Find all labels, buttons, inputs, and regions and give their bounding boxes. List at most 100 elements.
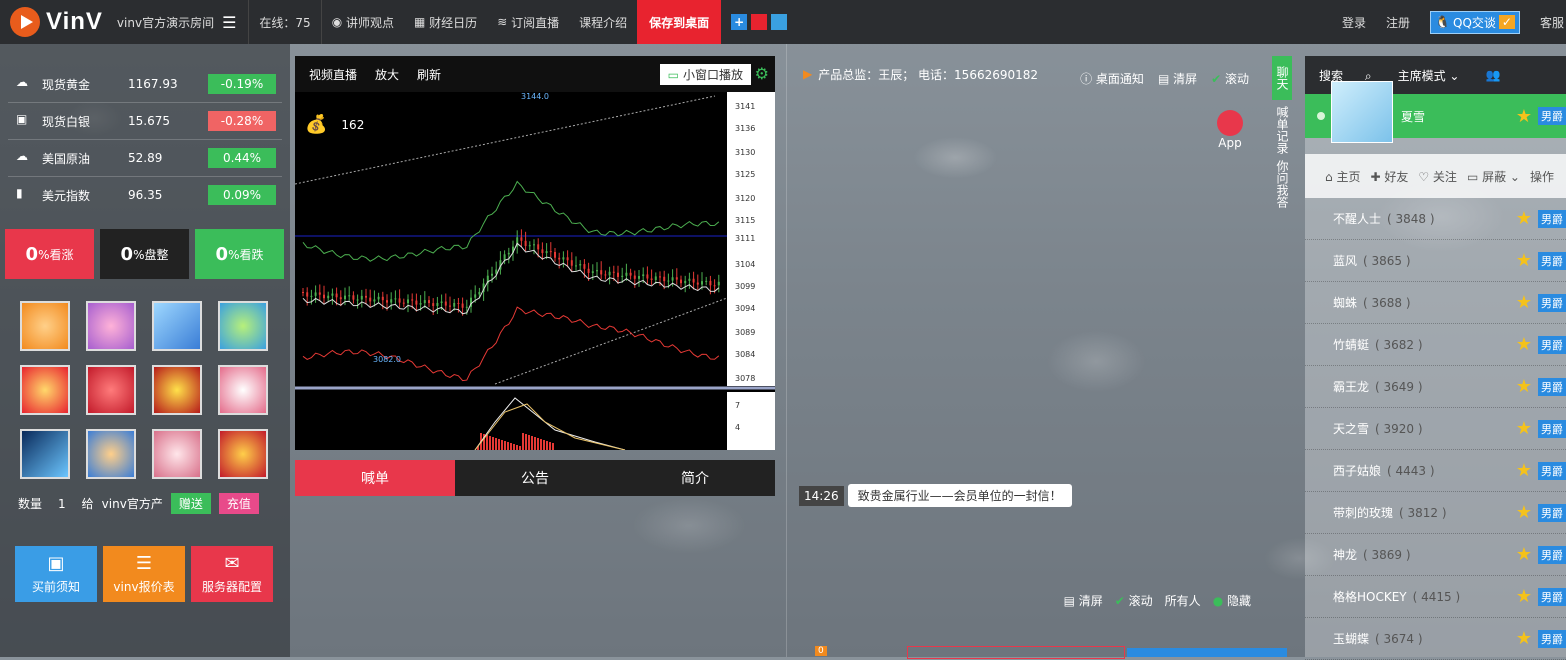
recipient-select[interactable]: 所有人 — [1165, 592, 1201, 609]
quantity-field[interactable]: 1 — [58, 497, 66, 511]
menu-subscribe[interactable]: ≋ 订阅直播 — [487, 0, 569, 44]
list-item[interactable]: 玉蝴蝶 ( 3674 ) ★ 男爵 — [1305, 618, 1566, 660]
user-name: 蓝风 — [1333, 254, 1358, 268]
gift-item[interactable] — [20, 429, 70, 479]
user-group-icon[interactable]: 👥 — [1485, 68, 1500, 82]
clear-button[interactable]: ▤ 清屏 — [1158, 70, 1197, 87]
service-link[interactable]: 客服 — [1540, 14, 1564, 31]
message-text[interactable]: 致贵金属行业——会员单位的一封信！ — [847, 484, 1072, 507]
tab-order-records[interactable]: 喊单记录 — [1272, 106, 1292, 154]
list-item[interactable]: 蓝风 ( 3865 ) ★ 男爵 — [1305, 240, 1566, 282]
tab-orders[interactable]: 喊单 — [295, 460, 455, 496]
list-item[interactable]: 霸王龙 ( 3649 ) ★ 男爵 — [1305, 366, 1566, 408]
vote-rise-button[interactable]: 0 %看涨 — [5, 229, 94, 279]
give-button[interactable]: 赠送 — [170, 493, 211, 514]
purchase-notice-button[interactable]: ▣ 买前须知 — [15, 546, 97, 602]
candle-body — [680, 279, 682, 284]
register-link[interactable]: 注册 — [1386, 14, 1410, 31]
candle-body — [465, 306, 468, 308]
settings-icon[interactable]: ⚙ — [755, 64, 769, 83]
zoom-button[interactable]: 放大 — [375, 66, 399, 83]
app-button[interactable]: App — [1217, 110, 1243, 150]
save-desktop-button[interactable]: 保存到桌面 — [637, 0, 722, 44]
weibo-icon[interactable] — [751, 14, 768, 30]
gift-box-icon: ▣ — [47, 553, 65, 574]
vote-fall-button[interactable]: 0 %看跌 — [195, 229, 284, 279]
friend-button[interactable]: ✚ 好友 — [1370, 168, 1408, 185]
gift-item[interactable] — [86, 429, 136, 479]
operate-button[interactable]: 操作 — [1530, 168, 1554, 185]
menu-icon[interactable]: ☰ — [222, 13, 236, 32]
gift-item[interactable] — [20, 301, 70, 351]
menu-lecturer[interactable]: ◉ 讲师观点 — [320, 0, 404, 44]
small-window-button[interactable]: ▭ 小窗口播放 — [659, 64, 751, 85]
home-button[interactable]: ⌂ 主页 — [1325, 168, 1360, 185]
list-item[interactable]: 西子姑娘 ( 4443 ) ★ 男爵 — [1305, 450, 1566, 492]
scroll-toggle-bottom[interactable]: ✔ 滚动 — [1115, 592, 1153, 609]
list-item[interactable]: 不醒人士 ( 3848 ) ★ 男爵 — [1305, 198, 1566, 240]
tab-qa[interactable]: 你问我答 — [1272, 160, 1292, 208]
chat-input[interactable] — [907, 646, 1125, 659]
macd-bar — [513, 444, 515, 450]
change-badge: 0.44% — [208, 148, 276, 168]
candle-body — [633, 275, 636, 279]
tab-intro[interactable]: 简介 — [615, 460, 775, 496]
play-icon: ▶ — [803, 67, 813, 81]
quote-row[interactable]: ▣ 现货白银 15.675 -0.28% — [8, 103, 282, 140]
gift-item[interactable] — [152, 301, 202, 351]
gift-item[interactable] — [20, 365, 70, 415]
recharge-button[interactable]: 充值 — [218, 493, 259, 514]
gift-item[interactable] — [86, 365, 136, 415]
quote-row[interactable]: ☁ 现货黄金 1167.93 -0.19% — [8, 66, 282, 103]
follow-button[interactable]: ♡ 关注 — [1418, 168, 1457, 185]
quote-row[interactable]: ▮ 美元指数 96.35 0.09% — [8, 177, 282, 213]
clear-button-bottom[interactable]: ▤ 清屏 — [1064, 592, 1103, 609]
plus-icon[interactable]: + — [731, 14, 748, 30]
gift-item[interactable] — [218, 301, 268, 351]
candle-body — [449, 305, 451, 307]
gift-item[interactable] — [218, 365, 268, 415]
gift-item[interactable] — [152, 429, 202, 479]
list-item[interactable]: 蜘蛛 ( 3688 ) ★ 男爵 — [1305, 282, 1566, 324]
qq-chat-button[interactable]: 🐧 QQ交谈 ✓ — [1430, 10, 1520, 34]
gift-item[interactable] — [218, 429, 268, 479]
login-link[interactable]: 登录 — [1342, 14, 1366, 31]
mode-select[interactable]: 主席模式 ⌄ — [1398, 67, 1460, 84]
qzone-icon[interactable] — [771, 14, 788, 30]
hide-toggle[interactable]: ● 隐藏 — [1213, 592, 1251, 609]
menu-course[interactable]: 课程介绍 — [569, 0, 637, 44]
refresh-button[interactable]: 刷新 — [417, 66, 441, 83]
user-id: ( 3812 ) — [1399, 505, 1447, 520]
current-user[interactable]: 夏雪 ★ 男爵 — [1305, 81, 1566, 143]
send-button[interactable] — [1127, 648, 1287, 657]
candle-body — [335, 293, 338, 298]
gift-item[interactable] — [152, 365, 202, 415]
logo[interactable]: VinV — [10, 7, 103, 37]
candle-body — [394, 298, 397, 300]
gift-item[interactable] — [86, 301, 136, 351]
tab-notice[interactable]: 公告 — [455, 460, 615, 496]
price-tick: 3084 — [735, 350, 755, 359]
list-item[interactable]: 带刺的玫瑰 ( 3812 ) ★ 男爵 — [1305, 492, 1566, 534]
candle-body — [621, 275, 624, 277]
desktop-notify-button[interactable]: ⓘ 桌面通知 — [1080, 70, 1144, 87]
list-item[interactable]: 格格HOCKEY ( 4415 ) ★ 男爵 — [1305, 576, 1566, 618]
list-item[interactable]: 竹蜻蜓 ( 3682 ) ★ 男爵 — [1305, 324, 1566, 366]
scroll-toggle[interactable]: ✔ 滚动 — [1211, 70, 1249, 87]
candle-body — [369, 297, 372, 302]
menu-calendar[interactable]: ▦ 财经日历 — [404, 0, 487, 44]
block-button[interactable]: ▭ 屏蔽 ⌄ — [1467, 168, 1520, 185]
candle-body — [373, 299, 376, 302]
quote-row[interactable]: ☁ 美国原油 52.89 0.44% — [8, 140, 282, 177]
list-item[interactable]: 天之雪 ( 3920 ) ★ 男爵 — [1305, 408, 1566, 450]
price-list-button[interactable]: ☰ vinv报价表 — [103, 546, 185, 602]
recipient-field[interactable]: vinv官方产 — [102, 495, 163, 512]
candle-body — [545, 251, 548, 254]
list-item[interactable]: 神龙 ( 3869 ) ★ 男爵 — [1305, 534, 1566, 576]
live-tab[interactable]: 视频直播 — [309, 66, 357, 83]
tab-chat[interactable]: 聊天 — [1272, 56, 1292, 100]
vote-flat-button[interactable]: 0 %盘整 — [100, 229, 189, 279]
candle-body — [331, 293, 334, 296]
server-config-button[interactable]: ✉ 服务器配置 — [191, 546, 273, 602]
change-badge: -0.28% — [208, 111, 276, 131]
